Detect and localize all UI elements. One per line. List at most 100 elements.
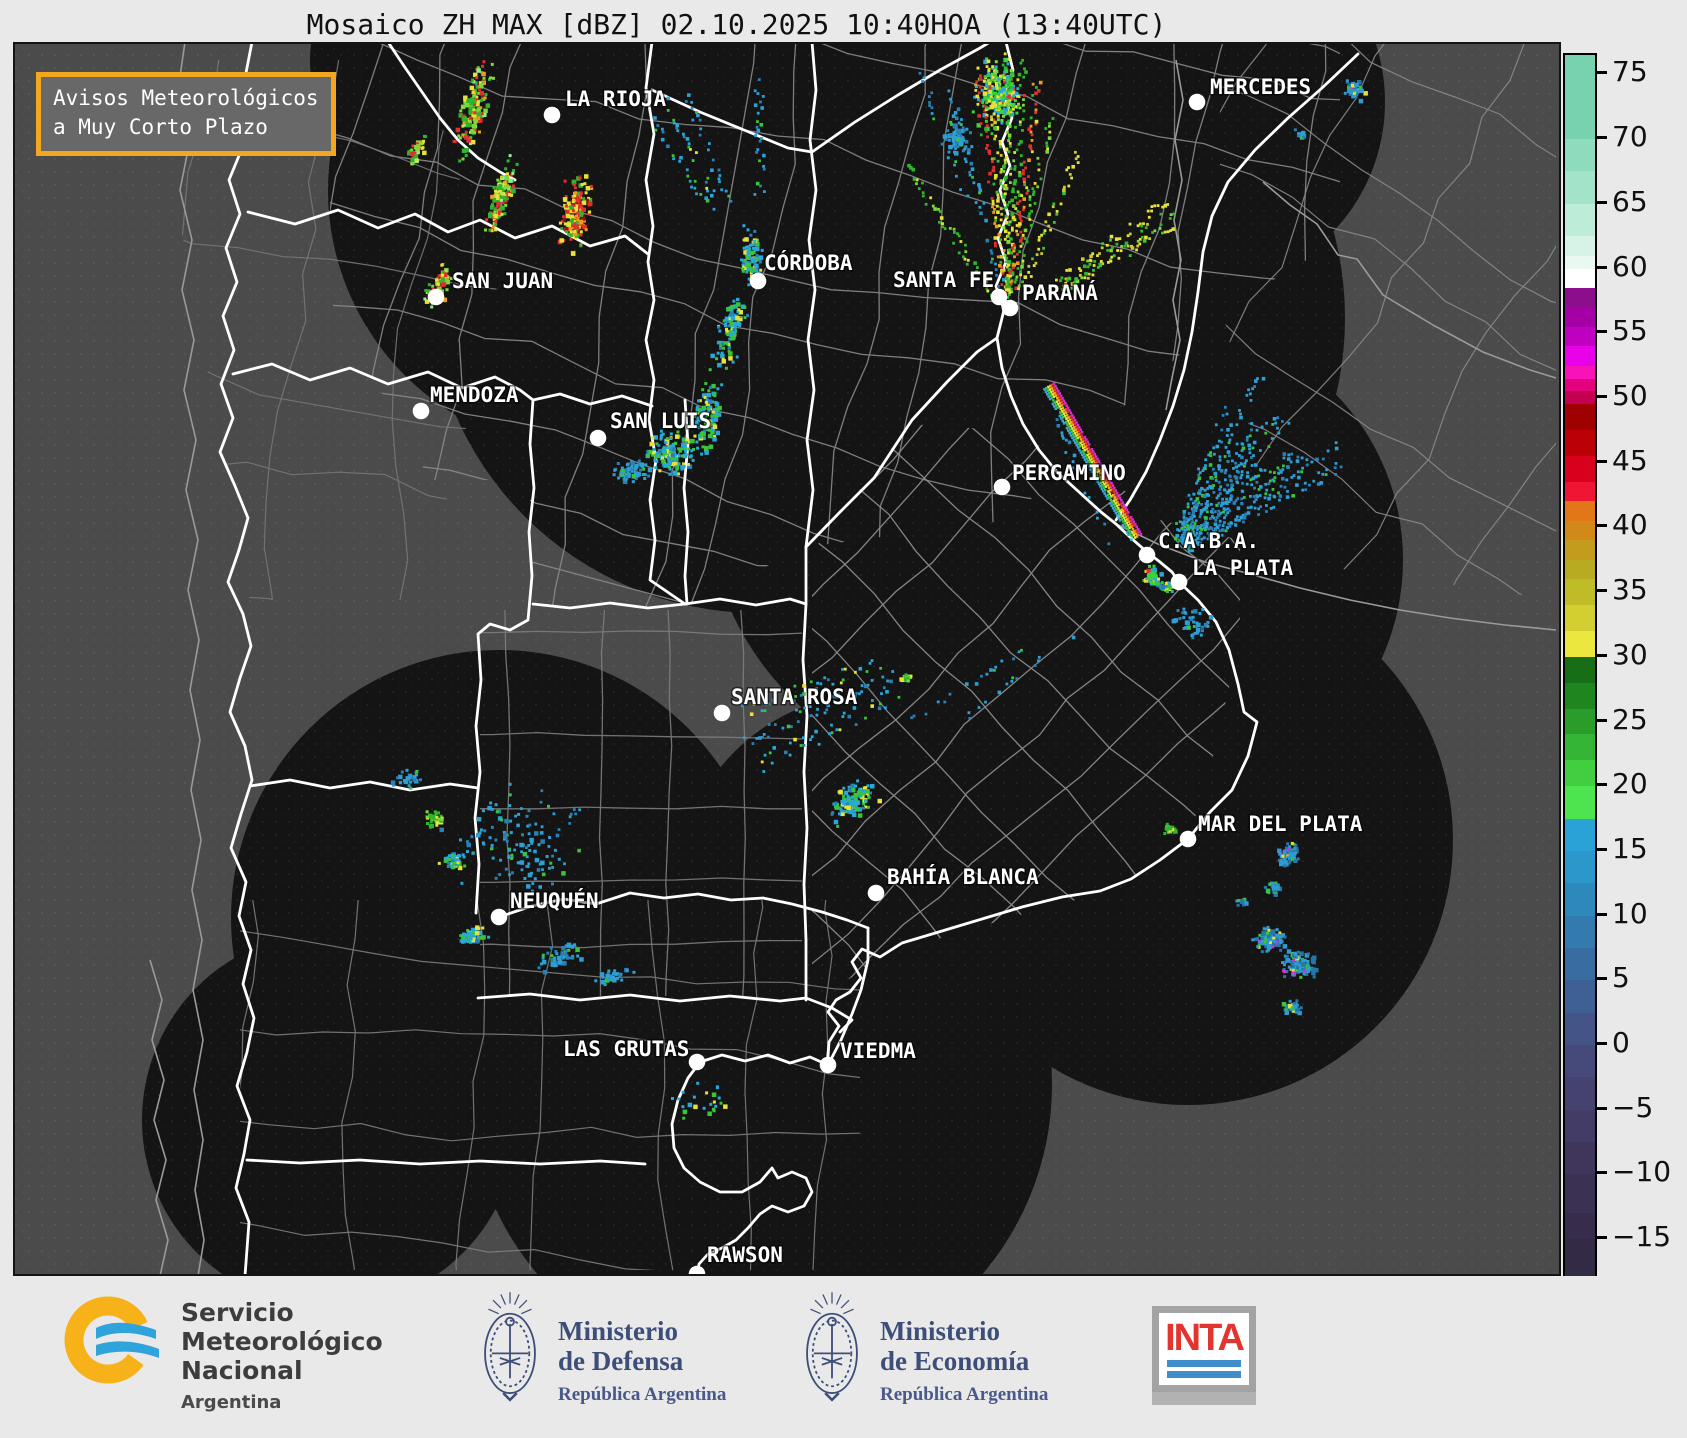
city-label: MENDOZA xyxy=(430,383,519,407)
colorbar-tick-label: −15 xyxy=(1612,1220,1672,1254)
inta-bar-2 xyxy=(1167,1371,1241,1378)
colorbar-segment xyxy=(1565,540,1595,561)
defensa-logo-text: Ministerio de Defensa República Argentin… xyxy=(558,1316,726,1410)
smn-line4: Argentina xyxy=(181,1392,282,1413)
economia-coat-of-arms-icon xyxy=(806,1292,858,1402)
colorbar-tick xyxy=(1597,977,1607,981)
colorbar-tick-label: 5 xyxy=(1612,961,1630,995)
warnings-banner-line1: Avisos Meteorológicos xyxy=(53,86,319,110)
colorbar-segment xyxy=(1565,55,1595,140)
colorbar-segment xyxy=(1565,708,1595,735)
colorbar-segment xyxy=(1565,1213,1595,1240)
colorbar-segment xyxy=(1565,1077,1595,1111)
city-dot-icon xyxy=(749,272,767,290)
colorbar-segment xyxy=(1565,947,1595,981)
colorbar-tick xyxy=(1597,653,1607,657)
city-label: PARANÁ xyxy=(1022,280,1098,305)
colorbar-segment xyxy=(1565,365,1595,380)
colorbar-tick xyxy=(1597,718,1607,722)
colorbar-tick-label: 30 xyxy=(1612,637,1648,671)
defensa-coat-of-arms-icon xyxy=(484,1292,536,1402)
colorbar-tick xyxy=(1597,394,1607,398)
economia-line1: Ministerio xyxy=(880,1316,1000,1346)
inta-bar-1 xyxy=(1167,1360,1241,1367)
colorbar-segment xyxy=(1565,579,1595,606)
colorbar-segment xyxy=(1565,268,1595,289)
map-title: Mosaico ZH MAX [dBZ] 02.10.2025 10:40HOA… xyxy=(306,8,1167,41)
colorbar-segment xyxy=(1565,818,1595,852)
inta-logo-base xyxy=(1152,1392,1256,1405)
colorbar-segment xyxy=(1565,203,1595,237)
city-dot-icon xyxy=(713,704,731,722)
defensa-line1: Ministerio xyxy=(558,1316,678,1346)
colorbar-segment xyxy=(1565,1012,1595,1046)
city-dot-icon xyxy=(1188,93,1206,111)
colorbar-tick xyxy=(1597,783,1607,787)
colorbar-tick xyxy=(1597,459,1607,463)
colorbar-segment xyxy=(1565,1142,1595,1175)
colorbar-segment xyxy=(1565,1239,1595,1279)
colorbar-tick-label: 35 xyxy=(1612,572,1648,606)
colorbar-tick-label: 15 xyxy=(1612,831,1648,865)
city-label: RAWSON xyxy=(707,1243,783,1267)
colorbar-segment xyxy=(1565,255,1595,270)
map-canvas: MERCEDES LA RIOJA CÓRDOBA SAN JUAN SANTA FE P… xyxy=(15,44,1559,1274)
colorbar-segment xyxy=(1565,520,1595,541)
colorbar-tick-label: 65 xyxy=(1612,184,1648,218)
radar-map: MERCEDES LA RIOJA CÓRDOBA SAN JUAN SANTA FE P… xyxy=(13,42,1561,1276)
city-dot-icon xyxy=(1170,573,1188,591)
city-label: PERGAMINO xyxy=(1012,461,1126,485)
colorbar-tick-label: −10 xyxy=(1612,1155,1672,1189)
colorbar-tick-label: −5 xyxy=(1612,1090,1654,1124)
defensa-line2: de Defensa xyxy=(558,1346,684,1376)
city-dot-icon xyxy=(819,1056,837,1074)
colorbar-tick-label: 25 xyxy=(1612,702,1648,736)
colorbar-tick xyxy=(1597,136,1607,140)
city-label: MERCEDES xyxy=(1210,75,1311,99)
colorbar-tick-label: 20 xyxy=(1612,767,1648,801)
defensa-sub: República Argentina xyxy=(558,1384,727,1405)
economia-line2: de Economía xyxy=(880,1346,1030,1376)
city-dot-icon xyxy=(1179,830,1197,848)
smn-logo-text: Servicio Meteorológico Nacional Argentin… xyxy=(181,1298,383,1417)
colorbar-tick-label: 60 xyxy=(1612,249,1648,283)
colorbar-segment xyxy=(1565,915,1595,949)
city-dot-icon xyxy=(543,106,561,124)
colorbar-segment xyxy=(1565,430,1595,457)
warnings-banner[interactable]: Avisos Meteorológicos a Muy Corto Plazo xyxy=(36,72,336,156)
colorbar-segment xyxy=(1565,850,1595,884)
colorbar-segment xyxy=(1565,630,1595,658)
colorbar-tick xyxy=(1597,1042,1607,1046)
city-label: SANTA FE xyxy=(893,268,994,292)
city-label: MAR DEL PLATA xyxy=(1198,812,1363,836)
colorbar-tick xyxy=(1597,1106,1607,1110)
colorbar-segment xyxy=(1565,482,1595,502)
colorbar-segment xyxy=(1565,760,1595,787)
economia-logo-text: Ministerio de Economía República Argenti… xyxy=(880,1316,1048,1410)
colorbar-segment xyxy=(1565,1109,1595,1143)
colorbar-tick xyxy=(1597,200,1607,204)
colorbar-tick-label: 75 xyxy=(1612,55,1648,89)
smn-line1: Servicio xyxy=(181,1298,294,1327)
colorbar-tick xyxy=(1597,71,1607,75)
warnings-banner-line2: a Muy Corto Plazo xyxy=(53,115,268,139)
colorbar-segment xyxy=(1565,605,1595,632)
colorbar-tick-label: 70 xyxy=(1612,119,1648,153)
economia-sub: República Argentina xyxy=(880,1384,1049,1405)
dbz-colorbar xyxy=(1563,53,1597,1280)
city-dot-icon xyxy=(1001,299,1019,317)
city-dot-icon xyxy=(427,288,445,306)
colorbar-segment xyxy=(1565,456,1595,483)
colorbar-segment xyxy=(1565,734,1595,761)
colorbar-tick-label: 55 xyxy=(1612,314,1648,348)
colorbar-segment xyxy=(1565,307,1595,328)
colorbar-tick-label: 45 xyxy=(1612,443,1648,477)
city-label: CÓRDOBA xyxy=(764,250,853,275)
colorbar-tick xyxy=(1597,330,1607,334)
city-dot-icon xyxy=(1138,546,1156,564)
footer: Servicio Meteorológico Nacional Argentin… xyxy=(0,1276,1687,1438)
city-dot-icon xyxy=(867,884,885,902)
colorbar-segment xyxy=(1565,326,1595,347)
colorbar-tick-label: 10 xyxy=(1612,896,1648,930)
colorbar-tick-label: 50 xyxy=(1612,378,1648,412)
